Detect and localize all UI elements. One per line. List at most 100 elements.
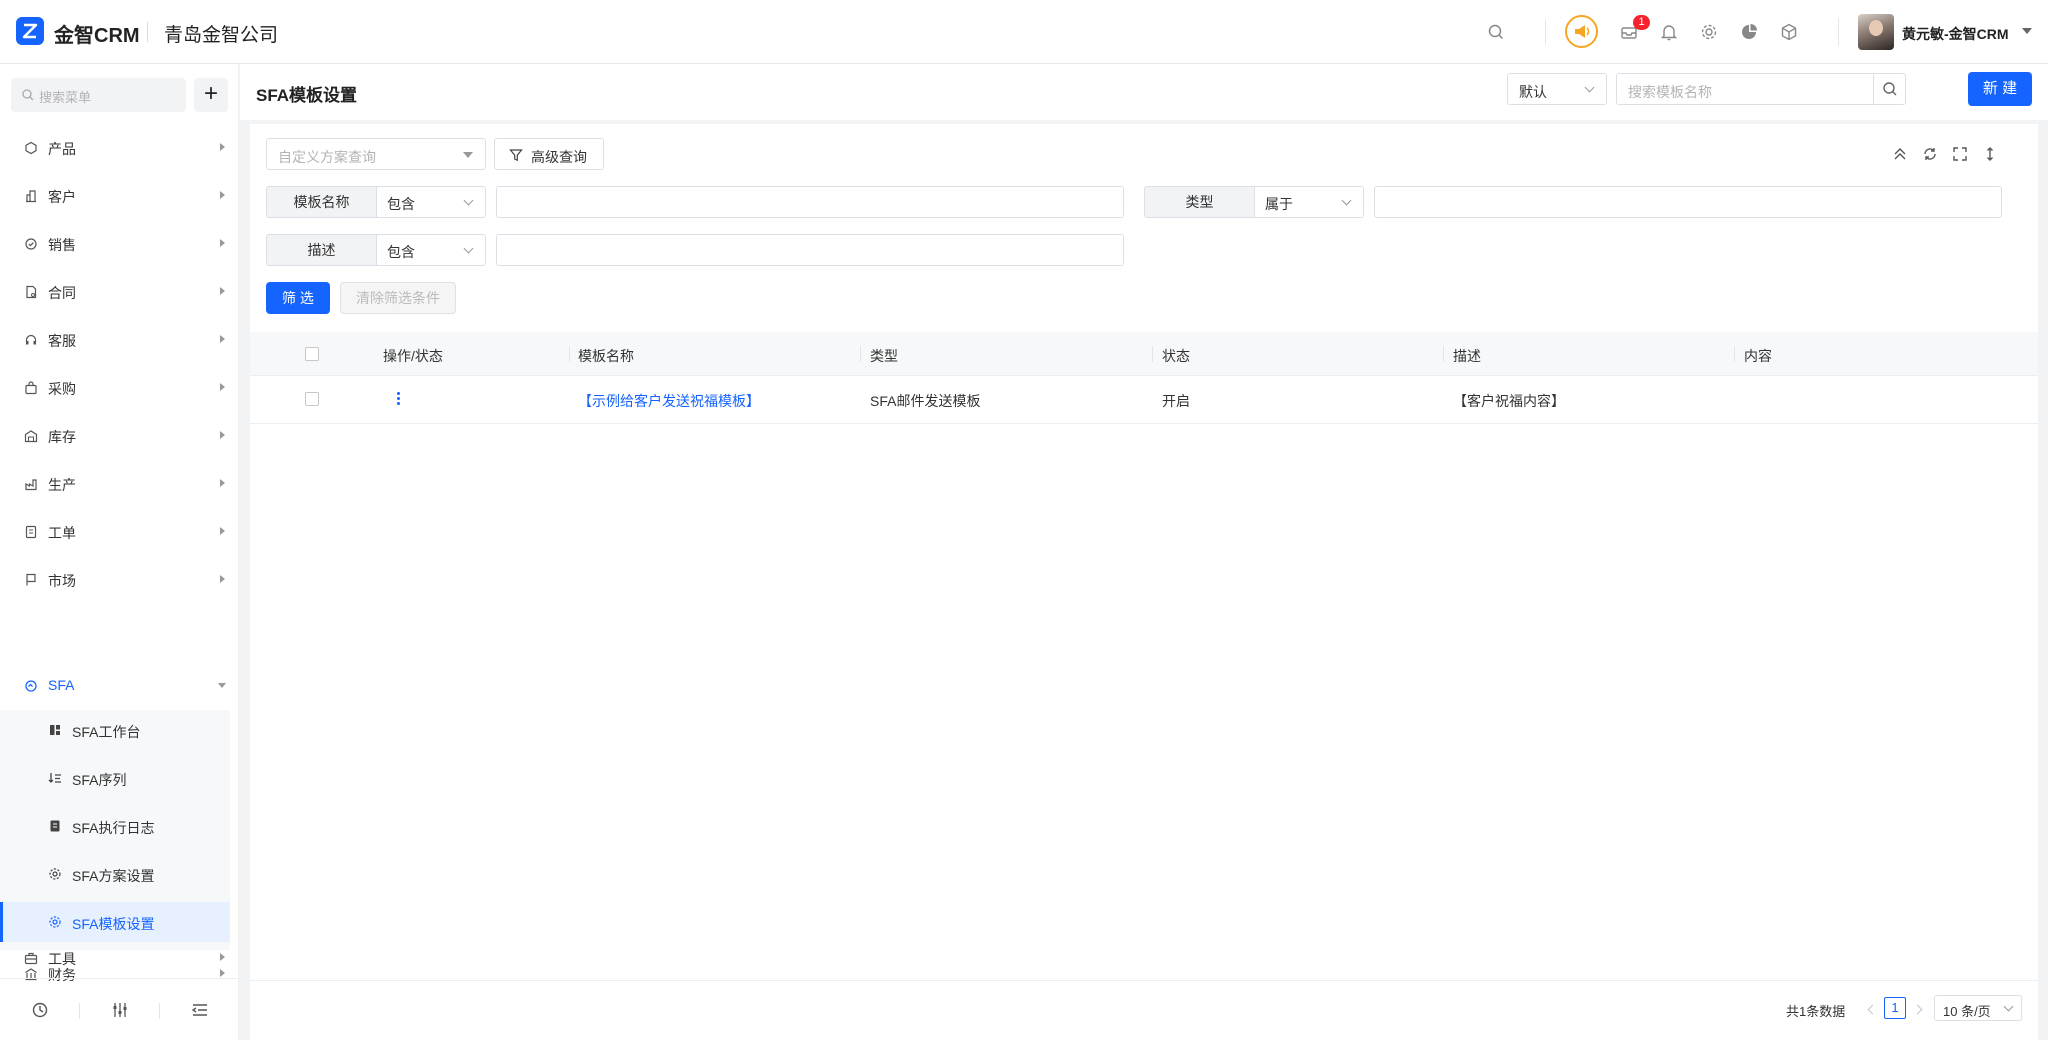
- table-row[interactable]: 【示例给客户发送祝福模板】 SFA邮件发送模板 开启 【客户祝福内容】: [250, 376, 2038, 424]
- column-height-icon[interactable]: [1982, 146, 1998, 162]
- search-icon: [1883, 82, 1897, 96]
- sidebar-item-label: 产品: [48, 141, 76, 157]
- sidebar-item-inventory[interactable]: 库存: [0, 412, 239, 460]
- search-button[interactable]: [1873, 74, 1905, 104]
- apply-filter-button[interactable]: 筛 选: [266, 282, 330, 314]
- column-header-description[interactable]: 描述: [1453, 346, 1481, 366]
- sidebar-item-market[interactable]: 市场: [0, 556, 239, 604]
- total-count: 共1条数据: [1786, 1004, 1846, 1019]
- fullscreen-icon[interactable]: [1952, 146, 1968, 162]
- sidebar-item-sfa-log[interactable]: SFA执行日志: [0, 806, 230, 846]
- sidebar-item-product[interactable]: 产品: [0, 124, 239, 172]
- bell-icon[interactable]: [1659, 22, 1679, 42]
- ticket-icon: [25, 525, 37, 539]
- contract-icon: [26, 285, 37, 299]
- header-divider: [1838, 18, 1839, 46]
- sidebar-item-label: 客户: [48, 189, 76, 205]
- page-size-select[interactable]: 10 条/页: [1934, 995, 2022, 1021]
- app-name: 金智CRM: [54, 25, 140, 47]
- chevron-right-icon: [220, 287, 225, 295]
- condition-operator-value: 包含: [387, 244, 415, 260]
- sidebar-item-label: SFA模板设置: [72, 916, 155, 932]
- condition-value-input[interactable]: [496, 234, 1124, 266]
- cube-icon[interactable]: [1779, 22, 1799, 42]
- template-search-input[interactable]: 搜索模板名称: [1616, 73, 1906, 105]
- condition-operator-select[interactable]: 属于: [1255, 186, 1364, 218]
- sidebar-item-sfa-scheme[interactable]: SFA方案设置: [0, 854, 230, 894]
- select-all-checkbox[interactable]: [305, 347, 319, 361]
- column-header-template-name[interactable]: 模板名称: [578, 346, 634, 366]
- sidebar-item-contract[interactable]: 合同: [0, 268, 239, 316]
- sidebar-item-customer[interactable]: 客户: [0, 172, 239, 220]
- prev-page-icon[interactable]: [1867, 1004, 1878, 1015]
- chevron-right-icon: [220, 953, 225, 961]
- sidebar-item-workorder[interactable]: 工单: [0, 508, 239, 556]
- page-title: SFA模板设置: [256, 86, 358, 105]
- username[interactable]: 黄元敏-金智CRM: [1902, 24, 2009, 44]
- template-description: 【客户祝福内容】: [1453, 393, 1565, 409]
- next-page-icon[interactable]: [1912, 1004, 1923, 1015]
- sidebar-item-label: 客服: [48, 333, 76, 349]
- dashboard-icon: [50, 725, 60, 735]
- column-header-type[interactable]: 类型: [870, 346, 898, 366]
- sidebar-item-label: 市场: [48, 573, 76, 589]
- sequence-icon: [48, 773, 61, 783]
- sidebar-item-label: SFA工作台: [72, 724, 141, 740]
- chevron-down-icon: [463, 195, 474, 206]
- history-icon[interactable]: [31, 1001, 49, 1019]
- advanced-query-button[interactable]: 高级查询: [494, 138, 604, 170]
- sidebar-footer: [0, 978, 239, 1040]
- column-header-actions[interactable]: 操作/状态: [383, 346, 443, 366]
- sidebar-item-tools[interactable]: 工具: [0, 934, 239, 982]
- advanced-query-label: 高级查询: [531, 149, 587, 165]
- sliders-icon[interactable]: [111, 1001, 129, 1019]
- chevron-down-icon: [2003, 1001, 2014, 1012]
- more-actions-icon[interactable]: [397, 392, 400, 406]
- view-select-value: 默认: [1519, 84, 1547, 100]
- pie-chart-icon[interactable]: [1739, 22, 1759, 42]
- sidebar-item-sales[interactable]: 销售: [0, 220, 239, 268]
- column-header-status[interactable]: 状态: [1162, 346, 1190, 366]
- refresh-icon[interactable]: [1922, 146, 1938, 162]
- add-button[interactable]: +: [194, 78, 228, 112]
- page-number-current[interactable]: 1: [1884, 997, 1906, 1019]
- clear-filter-button[interactable]: 清除筛选条件: [340, 282, 456, 314]
- page-header: SFA模板设置 默认 搜索模板名称 新 建: [240, 64, 2048, 120]
- collapse-up-icon[interactable]: [1892, 146, 1908, 162]
- column-header-content[interactable]: 内容: [1744, 346, 1772, 366]
- sidebar-item-label: 销售: [48, 237, 76, 253]
- template-name-link[interactable]: 【示例给客户发送祝福模板】: [578, 391, 760, 411]
- condition-value-input[interactable]: [496, 186, 1124, 218]
- avatar[interactable]: [1858, 14, 1894, 50]
- bag-icon: [25, 381, 37, 395]
- top-header: 金智CRM 青岛金智公司 1 黄元敏-金智CRM: [0, 0, 2048, 64]
- chevron-down-icon: [218, 683, 226, 688]
- sidebar-item-sfa[interactable]: SFA: [0, 662, 239, 710]
- new-button[interactable]: 新 建: [1968, 72, 2032, 106]
- sidebar-item-purchase[interactable]: 采购: [0, 364, 239, 412]
- view-select[interactable]: 默认: [1507, 73, 1607, 105]
- collapse-menu-icon[interactable]: [191, 1001, 209, 1019]
- sidebar-item-production[interactable]: 生产: [0, 460, 239, 508]
- chevron-right-icon: [220, 191, 225, 199]
- gear-icon[interactable]: [1699, 22, 1719, 42]
- scheme-select[interactable]: 自定义方案查询: [266, 138, 486, 170]
- search-icon[interactable]: [1486, 22, 1506, 42]
- caret-down-icon[interactable]: [2022, 28, 2032, 34]
- sidebar-item-sfa-dashboard[interactable]: SFA工作台: [0, 710, 230, 750]
- page-size-value: 10 条/页: [1943, 1004, 1991, 1019]
- header-divider: [147, 22, 148, 42]
- menu-search-input[interactable]: 搜索菜单: [11, 78, 186, 112]
- chevron-right-icon: [220, 239, 225, 247]
- row-checkbox[interactable]: [305, 392, 319, 406]
- condition-operator-select[interactable]: 包含: [377, 234, 486, 266]
- condition-operator-select[interactable]: 包含: [377, 186, 486, 218]
- column-divider: [569, 346, 570, 362]
- log-icon: [50, 820, 60, 832]
- condition-operator-value: 属于: [1265, 196, 1293, 212]
- condition-value-input[interactable]: [1374, 186, 2002, 218]
- sidebar-item-sfa-sequence[interactable]: SFA序列: [0, 758, 230, 798]
- sidebar-item-service[interactable]: 客服: [0, 316, 239, 364]
- announcement-icon[interactable]: [1565, 15, 1598, 48]
- company-name[interactable]: 青岛金智公司: [164, 20, 278, 47]
